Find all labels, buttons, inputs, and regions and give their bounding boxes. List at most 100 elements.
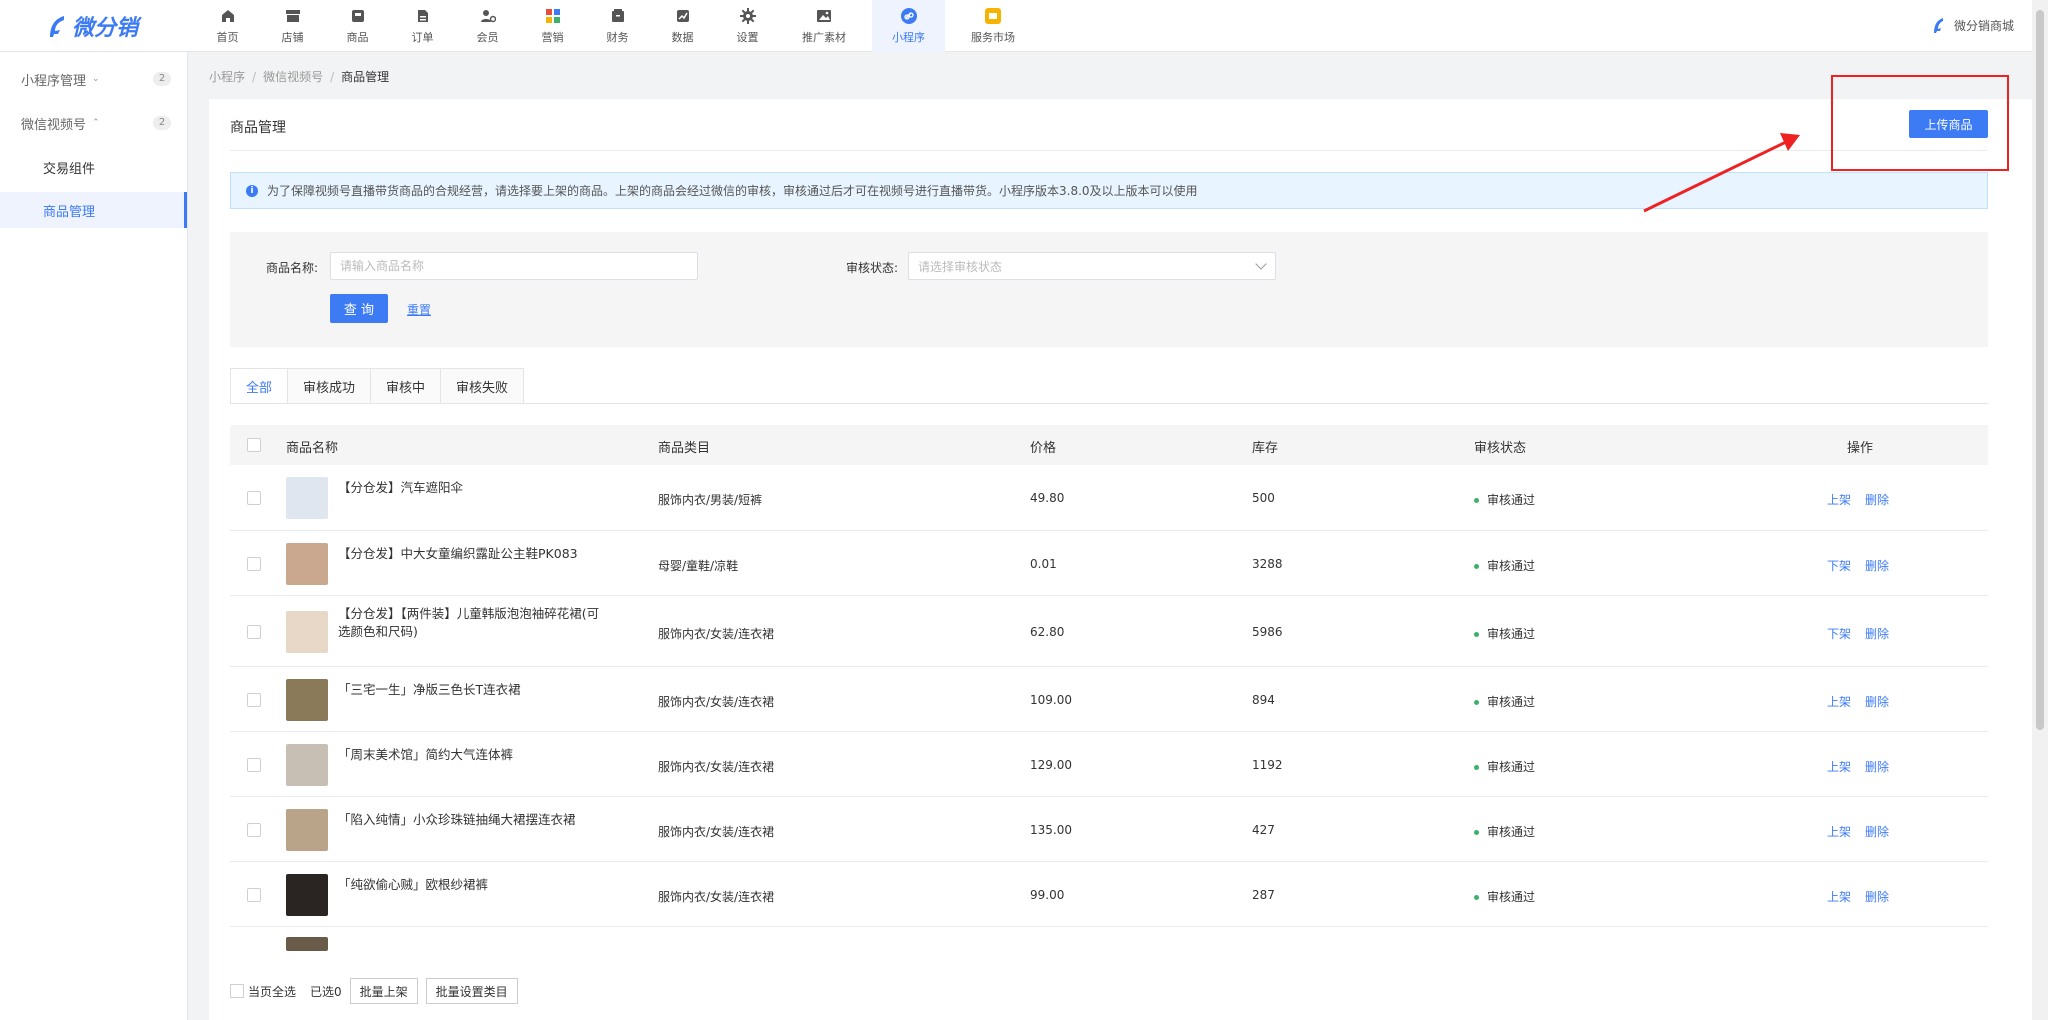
- product-category: 服饰内衣/男装/短裤: [658, 493, 763, 507]
- nav-item-marketing[interactable]: 营销: [520, 0, 585, 52]
- shop-switcher[interactable]: 微分销商城: [1932, 16, 2014, 34]
- tab-review-failed[interactable]: 审核失败: [441, 368, 525, 404]
- toggle-listing-link[interactable]: 上架: [1827, 758, 1851, 775]
- product-price: 129.00: [1030, 758, 1072, 772]
- row-checkbox[interactable]: [247, 625, 261, 639]
- member-icon: [480, 8, 496, 24]
- product-thumbnail: [286, 744, 328, 786]
- select-placeholder: 请选择审核状态: [918, 259, 1003, 274]
- delete-link[interactable]: 删除: [1865, 823, 1889, 840]
- product-price: 99.00: [1030, 888, 1065, 902]
- row-checkbox[interactable]: [247, 758, 261, 772]
- nav-item-member[interactable]: 会员: [455, 0, 520, 52]
- top-navbar: 微分销 首页 店铺 商品 订单 会员 营销 财务 数据 设置 推广素材 小程序 服务市场 微分销商城: [0, 0, 2048, 52]
- select-all-checkbox[interactable]: [247, 438, 261, 452]
- nav-item-gear[interactable]: 设置: [715, 0, 780, 52]
- row-checkbox[interactable]: [247, 888, 261, 902]
- sidebar-item-label: 微信视频号: [21, 117, 87, 133]
- shop-logo-icon: [1933, 18, 1943, 33]
- sidebar-item-label: 商品管理: [43, 204, 96, 220]
- annotation-arrow: [1643, 133, 1800, 213]
- product-stock: 5986: [1252, 625, 1283, 639]
- row-checkbox[interactable]: [247, 557, 261, 571]
- product-name: 【分仓发】汽车遮阳伞: [338, 480, 464, 495]
- table-row: 「周末美术馆」简约大气连体裤 服饰内衣/女装/连衣裙 129.00 1192 审核通过 上…: [230, 732, 1988, 797]
- select-page-checkbox[interactable]: [230, 984, 244, 998]
- column-header-price: 价格: [1030, 441, 1057, 456]
- batch-list-button[interactable]: 批量上架: [349, 978, 418, 1004]
- delete-link[interactable]: 删除: [1865, 557, 1889, 574]
- nav-item-image[interactable]: 推广素材: [780, 0, 868, 52]
- batch-category-button[interactable]: 批量设置类目: [425, 978, 518, 1004]
- toggle-listing-link[interactable]: 下架: [1827, 557, 1851, 574]
- select-page-label: 当页全选: [248, 984, 297, 999]
- sidebar: 小程序管理 ⌄ 2 微信视频号 ⌃ 2 交易组件 商品管理: [0, 52, 188, 1020]
- product-name: 「陷入纯情」小众珍珠链抽绳大裙摆连衣裙: [338, 812, 576, 827]
- status-dot-icon: [1474, 632, 1479, 637]
- selected-count: 已选0: [310, 984, 342, 999]
- breadcrumb-item[interactable]: 小程序: [209, 68, 245, 85]
- nav-item-link[interactable]: 小程序: [872, 0, 945, 52]
- product-name-input[interactable]: [330, 252, 698, 280]
- product-category: 母婴/童鞋/凉鞋: [658, 559, 739, 573]
- toggle-listing-link[interactable]: 上架: [1827, 888, 1851, 905]
- sidebar-item-miniprogram-manage[interactable]: 小程序管理 ⌄ 2: [0, 61, 187, 97]
- toggle-listing-link[interactable]: 上架: [1827, 693, 1851, 710]
- nav-item-goods[interactable]: 商品: [325, 0, 390, 52]
- status-dot-icon: [1474, 498, 1479, 503]
- breadcrumb-item[interactable]: 微信视频号: [263, 68, 323, 85]
- delete-link[interactable]: 删除: [1865, 758, 1889, 775]
- row-checkbox[interactable]: [247, 491, 261, 505]
- nav-item-order[interactable]: 订单: [390, 0, 455, 52]
- sidebar-item-product-manage[interactable]: 商品管理: [0, 192, 187, 228]
- delete-link[interactable]: 删除: [1865, 693, 1889, 710]
- scrollbar-thumb[interactable]: [2036, 10, 2044, 730]
- product-name: 【分仓发】中大女童编织露趾公主鞋PK083: [338, 546, 578, 561]
- page-scrollbar[interactable]: [2032, 0, 2048, 1020]
- review-status-text: 审核通过: [1487, 493, 1536, 507]
- review-status: 审核通过: [1474, 758, 1535, 775]
- tab-reviewing[interactable]: 审核中: [371, 368, 442, 404]
- nav-item-store[interactable]: 店铺: [260, 0, 325, 52]
- review-status: 审核通过: [1474, 693, 1535, 710]
- product-name: 「周末美术馆」简约大气连体裤: [338, 747, 514, 762]
- nav-item-data[interactable]: 数据: [650, 0, 715, 52]
- table-row: 「纯欲偷心贼」欧根纱裙裤 服饰内衣/女装/连衣裙 99.00 287 审核通过 上架 删除: [230, 862, 1988, 927]
- product-price: 0.01: [1030, 557, 1057, 571]
- product-category: 服饰内衣/女装/连衣裙: [658, 760, 775, 774]
- tab-all[interactable]: 全部: [230, 368, 289, 404]
- tab-review-success[interactable]: 审核成功: [288, 368, 372, 404]
- review-status-select[interactable]: 请选择审核状态: [908, 252, 1276, 280]
- breadcrumb-separator: /: [252, 69, 257, 84]
- product-price: 135.00: [1030, 823, 1072, 837]
- product-price: 49.80: [1030, 491, 1065, 505]
- toggle-listing-link[interactable]: 下架: [1827, 625, 1851, 642]
- marketing-icon: [545, 8, 561, 24]
- row-checkbox[interactable]: [247, 693, 261, 707]
- query-button[interactable]: 查 询: [330, 294, 388, 323]
- count-badge: 2: [153, 116, 171, 130]
- nav-item-label: 服务市场: [971, 30, 1015, 44]
- page-title: 商品管理: [230, 120, 286, 136]
- product-thumbnail: [286, 937, 328, 951]
- product-stock: 427: [1252, 823, 1275, 837]
- delete-link[interactable]: 删除: [1865, 625, 1889, 642]
- row-checkbox[interactable]: [247, 823, 261, 837]
- notice-text: 为了保障视频号直播带货商品的合规经营，请选择要上架的商品。上架的商品会经过微信的…: [267, 184, 1198, 198]
- toggle-listing-link[interactable]: 上架: [1827, 823, 1851, 840]
- nav-item-home[interactable]: 首页: [195, 0, 260, 52]
- delete-link[interactable]: 删除: [1865, 888, 1889, 905]
- brand-logo[interactable]: 微分销: [44, 12, 138, 41]
- sidebar-item-trade-component[interactable]: 交易组件: [0, 149, 187, 185]
- reset-link[interactable]: 重置: [407, 301, 431, 318]
- delete-link[interactable]: 删除: [1865, 491, 1889, 508]
- nav-item-market[interactable]: 服务市场: [949, 0, 1037, 52]
- review-status: 审核通过: [1474, 888, 1535, 905]
- nav-item-finance[interactable]: 财务: [585, 0, 650, 52]
- sidebar-item-wechat-channels[interactable]: 微信视频号 ⌃ 2: [0, 105, 187, 141]
- column-header-actions: 操作: [1847, 441, 1874, 456]
- product-stock: 500: [1252, 491, 1275, 505]
- nav-item-label: 店铺: [281, 30, 304, 44]
- review-status-text: 审核通过: [1487, 695, 1536, 709]
- toggle-listing-link[interactable]: 上架: [1827, 491, 1851, 508]
